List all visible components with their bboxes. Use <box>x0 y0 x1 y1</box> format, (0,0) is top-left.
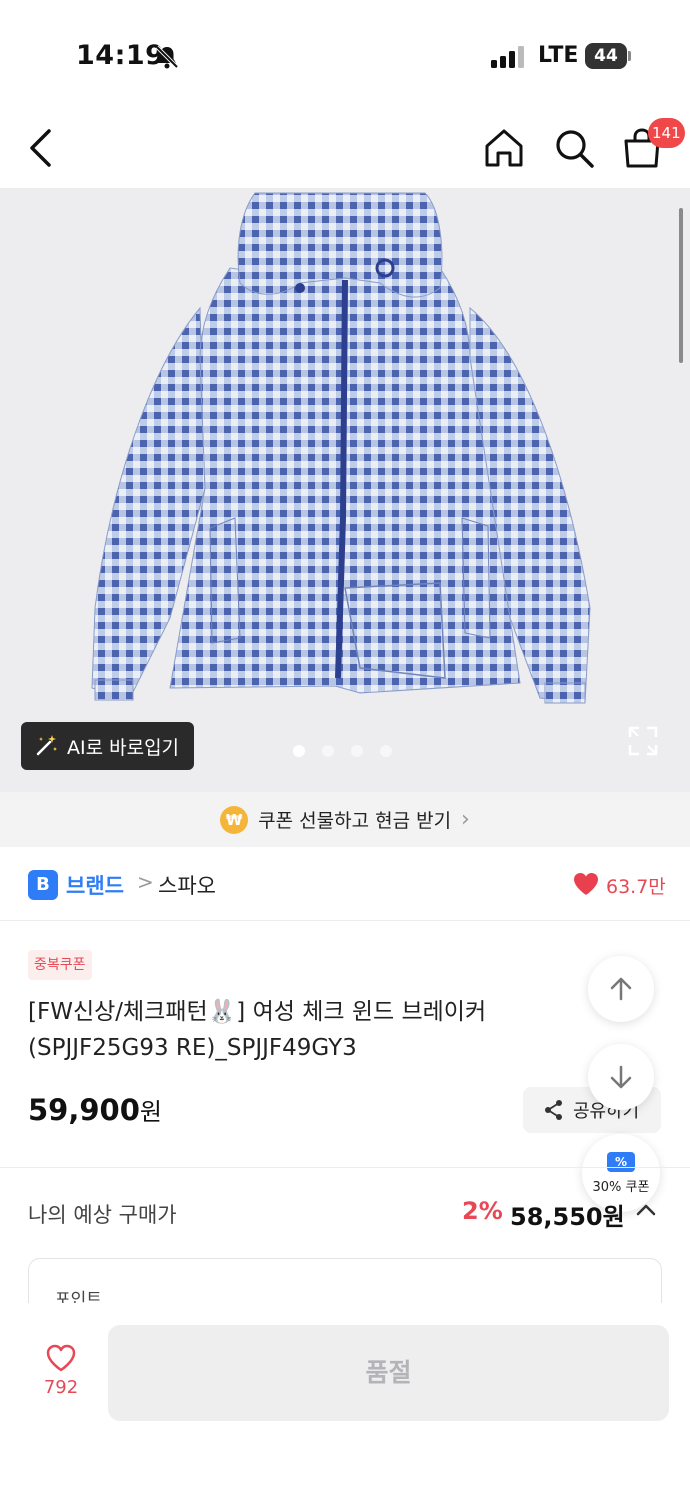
status-bar: 14:19 LTE 44 <box>0 0 690 110</box>
back-icon[interactable] <box>22 126 62 170</box>
arrow-up-icon <box>610 977 632 1001</box>
product-image-carousel[interactable]: AI로 바로입기 <box>0 188 690 792</box>
section-divider <box>0 1167 690 1168</box>
scroll-bottom-button[interactable] <box>588 1044 654 1110</box>
product-title: [FW신상/체크패턴🐰] 여성 체크 윈드 브레이커 (SPJJF25G93 R… <box>28 994 548 1066</box>
chevron-right-icon: › <box>461 807 470 832</box>
coupon-floating-label: 30% 쿠폰 <box>592 1180 650 1195</box>
carousel-dot[interactable] <box>322 745 334 757</box>
carousel-dot[interactable] <box>293 745 305 757</box>
home-icon[interactable] <box>482 126 526 170</box>
battery-icon: 44 <box>585 43 631 69</box>
nav-bar <box>0 110 690 188</box>
ai-try-on-label: AI로 바로입기 <box>67 736 180 759</box>
scroll-indicator[interactable] <box>679 208 683 363</box>
like-count: 63.7만 <box>606 876 666 898</box>
expand-icon[interactable] <box>628 726 658 756</box>
carousel-dot[interactable] <box>380 745 392 757</box>
wishlist-count: 792 <box>43 1377 79 1398</box>
heart-outline-icon <box>46 1344 76 1372</box>
signal-icon <box>491 46 524 68</box>
brand-logo: B <box>28 870 58 900</box>
status-time: 14:19 <box>76 40 165 71</box>
coupon-ticket-icon: % <box>607 1152 635 1172</box>
wishlist-button[interactable]: 792 <box>30 1343 92 1413</box>
price-unit: 원 <box>139 1098 163 1126</box>
cart-badge: 141 <box>648 118 685 148</box>
price-value: 59,900 <box>28 1093 140 1127</box>
brand-row: B 브랜드 > 스파오 63.7만 <box>0 848 690 921</box>
heart-filled-icon[interactable] <box>572 870 600 898</box>
product-title-line1: [FW신상/체크패턴🐰] 여성 체크 윈드 브레이커 <box>28 999 487 1025</box>
breadcrumb-separator: > <box>137 870 154 894</box>
brand-name-link[interactable]: 스파오 <box>158 870 216 900</box>
bottom-action-bar: 792 품절 <box>0 1303 690 1500</box>
carousel-dots <box>293 745 392 757</box>
expected-price-label: 나의 예상 구매가 <box>28 1203 177 1227</box>
scroll-top-button[interactable] <box>588 956 654 1022</box>
expected-price-value: 58,550원 <box>510 1203 625 1231</box>
battery-level: 44 <box>585 43 627 69</box>
product-image <box>91 192 591 704</box>
ai-try-on-button[interactable]: AI로 바로입기 <box>21 722 194 770</box>
network-type: LTE <box>538 43 579 68</box>
coupon-gift-banner[interactable]: ₩ 쿠폰 선물하고 현금 받기 › <box>0 792 690 847</box>
duplicate-coupon-tag: 중복쿠폰 <box>28 950 92 980</box>
magic-wand-icon <box>36 735 57 756</box>
sold-out-button[interactable]: 품절 <box>108 1325 669 1421</box>
bell-off-icon <box>155 45 179 69</box>
arrow-down-icon <box>610 1065 632 1089</box>
search-icon[interactable] <box>552 126 596 170</box>
chevron-up-icon[interactable] <box>634 1200 658 1220</box>
carousel-dot[interactable] <box>351 745 363 757</box>
product-price: 59,900원 <box>28 1092 162 1127</box>
discount-rate: 2% <box>462 1197 503 1225</box>
gift-banner-text: 쿠폰 선물하고 현금 받기 <box>258 810 452 832</box>
battery-tip <box>628 51 631 61</box>
won-coin-icon: ₩ <box>220 805 249 834</box>
product-title-line2: (SPJJF25G93 RE)_SPJJF49GY3 <box>28 1035 357 1061</box>
brand-link[interactable]: 브랜드 <box>66 870 124 900</box>
share-icon <box>545 1100 562 1120</box>
